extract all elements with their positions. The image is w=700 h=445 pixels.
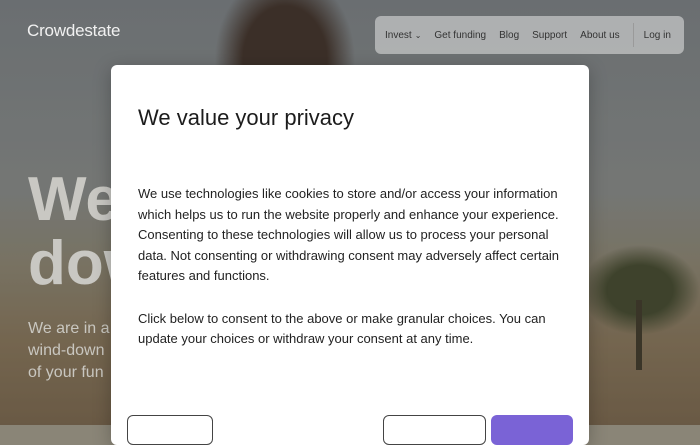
dialog-body: We use technologies like cookies to stor… [138, 184, 568, 372]
nav-item-support[interactable]: Support [532, 30, 567, 41]
accept-button[interactable] [491, 415, 573, 445]
dialog-title: We value your privacy [138, 105, 355, 130]
dialog-paragraph: Click below to consent to the above or m… [138, 310, 546, 347]
preferences-button[interactable] [383, 415, 486, 445]
nav-item-get-funding[interactable]: Get funding [434, 30, 486, 41]
dialog-paragraph: We use technologies like cookies to stor… [138, 186, 560, 283]
main-nav: Invest ⌄ Get funding Blog Support About … [375, 16, 684, 54]
hero-subtitle-line: wind-down [28, 342, 105, 359]
deny-button[interactable] [127, 415, 213, 445]
nav-divider [632, 23, 634, 47]
nav-item-about-us[interactable]: About us [580, 30, 619, 41]
chevron-down-icon: ⌄ [414, 30, 422, 40]
site-logo[interactable]: Crowdestate [27, 21, 120, 41]
nav-item-blog[interactable]: Blog [499, 30, 519, 41]
hero-subtitle: We are in a wind-down of your fun [28, 318, 110, 384]
nav-item-label: Invest [385, 29, 412, 41]
privacy-consent-dialog: We value your privacy We use technologie… [111, 65, 589, 445]
hero-subtitle-line: of your fun [28, 364, 104, 381]
hero-subtitle-line: We are in a [28, 320, 110, 337]
nav-item-invest[interactable]: Invest ⌄ [385, 30, 421, 41]
login-link[interactable]: Log in [644, 30, 671, 41]
